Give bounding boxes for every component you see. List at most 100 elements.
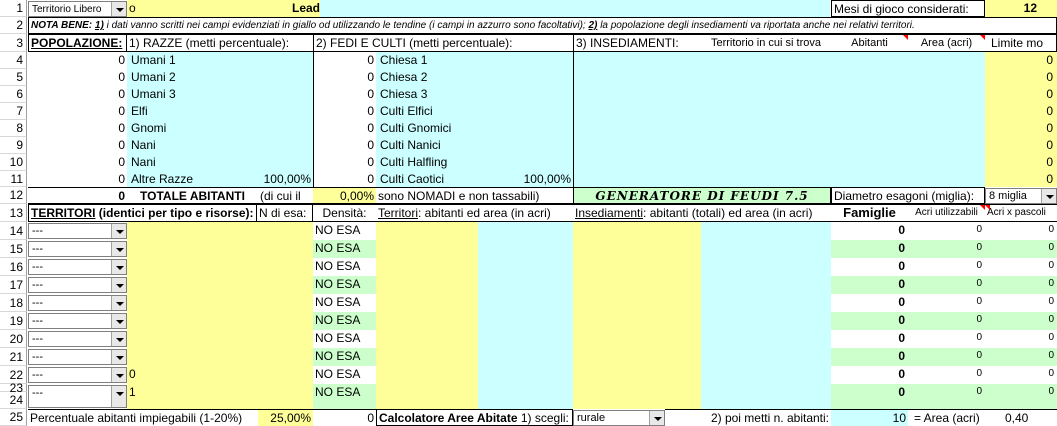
territory-inhabitants-input[interactable] xyxy=(376,294,478,312)
territory-inhabitants-input[interactable] xyxy=(376,222,478,240)
territory-type-dropdown[interactable]: --- xyxy=(28,367,127,383)
hex-count-input[interactable] xyxy=(127,222,313,240)
territory-area-input[interactable] xyxy=(478,294,573,312)
territory-dropdown[interactable]: Territorio Libero xyxy=(28,1,127,17)
territory-type-dropdown[interactable]: --- xyxy=(28,349,127,365)
territory-inhabitants-input[interactable] xyxy=(376,258,478,276)
chevron-down-icon[interactable] xyxy=(111,296,126,310)
chevron-down-icon[interactable] xyxy=(111,386,126,407)
settlement-row[interactable] xyxy=(573,154,985,171)
hex-count-input[interactable] xyxy=(127,294,313,312)
faith-percentage[interactable] xyxy=(500,69,573,86)
faith-percentage[interactable] xyxy=(500,86,573,103)
chevron-down-icon[interactable] xyxy=(111,224,126,238)
chevron-down-icon[interactable] xyxy=(111,350,126,364)
chevron-down-icon[interactable] xyxy=(111,368,126,382)
settlement-inhabitants-input[interactable] xyxy=(573,276,701,294)
territory-type-dropdown[interactable]: --- xyxy=(28,385,127,408)
territory-inhabitants-input[interactable] xyxy=(376,330,478,348)
territory-type-dropdown[interactable]: --- xyxy=(28,313,127,329)
settlement-row[interactable] xyxy=(573,52,985,69)
faith-percentage[interactable] xyxy=(500,103,573,120)
hex-count-input[interactable] xyxy=(127,348,313,366)
race-percentage[interactable] xyxy=(240,69,313,86)
faith-percentage[interactable] xyxy=(500,120,573,137)
settlement-limit[interactable]: 0 xyxy=(985,52,1057,69)
settlement-area-input[interactable] xyxy=(701,222,831,240)
faith-percentage[interactable]: 100,00% xyxy=(500,171,573,187)
settlement-limit[interactable]: 0 xyxy=(985,171,1057,187)
settlement-inhabitants-input[interactable] xyxy=(573,384,701,409)
faith-percentage[interactable] xyxy=(500,137,573,154)
territory-area-input[interactable] xyxy=(478,222,573,240)
settlement-limit[interactable]: 0 xyxy=(985,120,1057,137)
race-percentage[interactable] xyxy=(240,154,313,171)
territory-inhabitants-input[interactable] xyxy=(376,312,478,330)
nomad-percentage[interactable]: 0,00% xyxy=(313,187,376,204)
settlement-area-input[interactable] xyxy=(701,312,831,330)
territory-area-input[interactable] xyxy=(478,348,573,366)
territory-type-dropdown[interactable]: --- xyxy=(28,331,127,347)
hex-count-input[interactable]: 1 xyxy=(127,384,313,409)
territory-area-input[interactable] xyxy=(478,384,573,409)
territory-inhabitants-input[interactable] xyxy=(376,348,478,366)
settlement-inhabitants-input[interactable] xyxy=(573,258,701,276)
settlement-area-input[interactable] xyxy=(701,276,831,294)
territory-area-input[interactable] xyxy=(478,312,573,330)
settlement-area-input[interactable] xyxy=(701,330,831,348)
settlement-row[interactable] xyxy=(573,120,985,137)
feud-name-cell[interactable]: o xyxy=(127,0,313,17)
settlement-inhabitants-input[interactable] xyxy=(573,222,701,240)
settlement-inhabitants-input[interactable] xyxy=(573,312,701,330)
leader-input[interactable] xyxy=(320,0,830,17)
territory-area-input[interactable] xyxy=(478,258,573,276)
settlement-area-input[interactable] xyxy=(701,366,831,384)
territory-inhabitants-input[interactable] xyxy=(376,384,478,409)
territory-type-dropdown[interactable]: --- xyxy=(28,241,127,257)
hex-count-input[interactable] xyxy=(127,276,313,294)
race-percentage[interactable] xyxy=(240,86,313,103)
territory-type-dropdown[interactable]: --- xyxy=(28,277,127,293)
calc-inhabitants-input[interactable]: 10 xyxy=(831,409,908,426)
chevron-down-icon[interactable] xyxy=(111,2,126,16)
settlement-row[interactable] xyxy=(573,69,985,86)
territory-area-input[interactable] xyxy=(478,366,573,384)
chevron-down-icon[interactable] xyxy=(1041,189,1056,203)
territory-type-dropdown[interactable]: --- xyxy=(28,295,127,311)
race-percentage[interactable] xyxy=(240,52,313,69)
race-percentage[interactable]: 100,00% xyxy=(240,171,313,187)
settlement-area-input[interactable] xyxy=(701,384,831,409)
chevron-down-icon[interactable] xyxy=(111,332,126,346)
race-percentage[interactable] xyxy=(240,120,313,137)
territory-area-input[interactable] xyxy=(478,240,573,258)
settlement-area-input[interactable] xyxy=(701,258,831,276)
hex-count-input[interactable] xyxy=(127,312,313,330)
settlement-type-dropdown[interactable]: rurale xyxy=(573,410,665,426)
hex-count-input[interactable] xyxy=(127,330,313,348)
hex-diameter-dropdown[interactable]: 8 miglia xyxy=(985,188,1057,204)
settlement-inhabitants-input[interactable] xyxy=(573,294,701,312)
unemployable-percentage[interactable]: 25,00% xyxy=(258,409,313,426)
chevron-down-icon[interactable] xyxy=(111,314,126,328)
territory-inhabitants-input[interactable] xyxy=(376,366,478,384)
territory-inhabitants-input[interactable] xyxy=(376,240,478,258)
chevron-down-icon[interactable] xyxy=(111,242,126,256)
settlement-row[interactable] xyxy=(573,137,985,154)
settlement-limit[interactable]: 0 xyxy=(985,154,1057,171)
settlement-area-input[interactable] xyxy=(701,294,831,312)
settlement-row[interactable] xyxy=(573,86,985,103)
settlement-limit[interactable]: 0 xyxy=(985,86,1057,103)
race-percentage[interactable] xyxy=(240,137,313,154)
chevron-down-icon[interactable] xyxy=(111,260,126,274)
settlement-inhabitants-input[interactable] xyxy=(573,330,701,348)
settlement-inhabitants-input[interactable] xyxy=(573,366,701,384)
hex-count-input[interactable] xyxy=(127,240,313,258)
settlement-limit[interactable]: 0 xyxy=(985,69,1057,86)
hex-count-input[interactable]: 0 xyxy=(127,366,313,384)
territory-inhabitants-input[interactable] xyxy=(376,276,478,294)
territory-type-dropdown[interactable]: --- xyxy=(28,259,127,275)
settlement-area-input[interactable] xyxy=(701,348,831,366)
settlement-inhabitants-input[interactable] xyxy=(573,348,701,366)
settlement-row[interactable] xyxy=(573,103,985,120)
territory-type-dropdown[interactable]: --- xyxy=(28,223,127,239)
